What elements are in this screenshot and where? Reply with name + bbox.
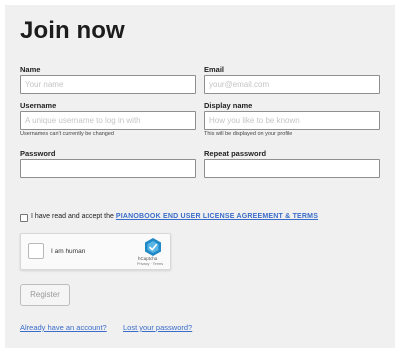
captcha-widget: I am human hCaptcha Privacy · Terms — [20, 233, 171, 270]
captcha-links[interactable]: Privacy · Terms — [137, 262, 163, 266]
display-name-label: Display name — [204, 101, 253, 110]
lost-password-link[interactable]: Lost your password? — [123, 323, 192, 332]
username-input[interactable]: A unique username to log in with — [20, 111, 196, 130]
repeat-password-label: Repeat password — [204, 149, 267, 158]
terms-label: I have read and accept the PIANOBOOK END… — [31, 213, 318, 220]
login-link[interactable]: Already have an account? — [20, 323, 107, 332]
username-hint: Usernames can't currently be changed — [20, 131, 114, 137]
name-input[interactable]: Your name — [20, 75, 196, 94]
page-title: Join now — [20, 17, 125, 44]
repeat-password-input[interactable] — [204, 159, 380, 178]
password-input[interactable] — [20, 159, 196, 178]
email-label: Email — [204, 65, 225, 74]
terms-text: I have read and accept the — [31, 213, 114, 220]
password-label: Password — [20, 149, 56, 158]
terms-link[interactable]: PIANOBOOK END USER LICENSE AGREEMENT & T… — [116, 213, 318, 220]
captcha-brand: hCaptcha — [138, 256, 158, 261]
display-name-hint: This will be displayed on your profile — [204, 131, 293, 137]
name-label: Name — [20, 65, 41, 74]
captcha-label: I am human — [51, 248, 86, 255]
register-button[interactable]: Register — [20, 284, 70, 306]
username-label: Username — [20, 101, 57, 110]
hcaptcha-logo-icon — [145, 238, 161, 256]
email-input[interactable]: your@email.com — [204, 75, 380, 94]
display-name-input[interactable]: How you like to be known — [204, 111, 380, 130]
captcha-checkbox[interactable] — [28, 243, 44, 259]
terms-checkbox[interactable] — [20, 214, 28, 222]
